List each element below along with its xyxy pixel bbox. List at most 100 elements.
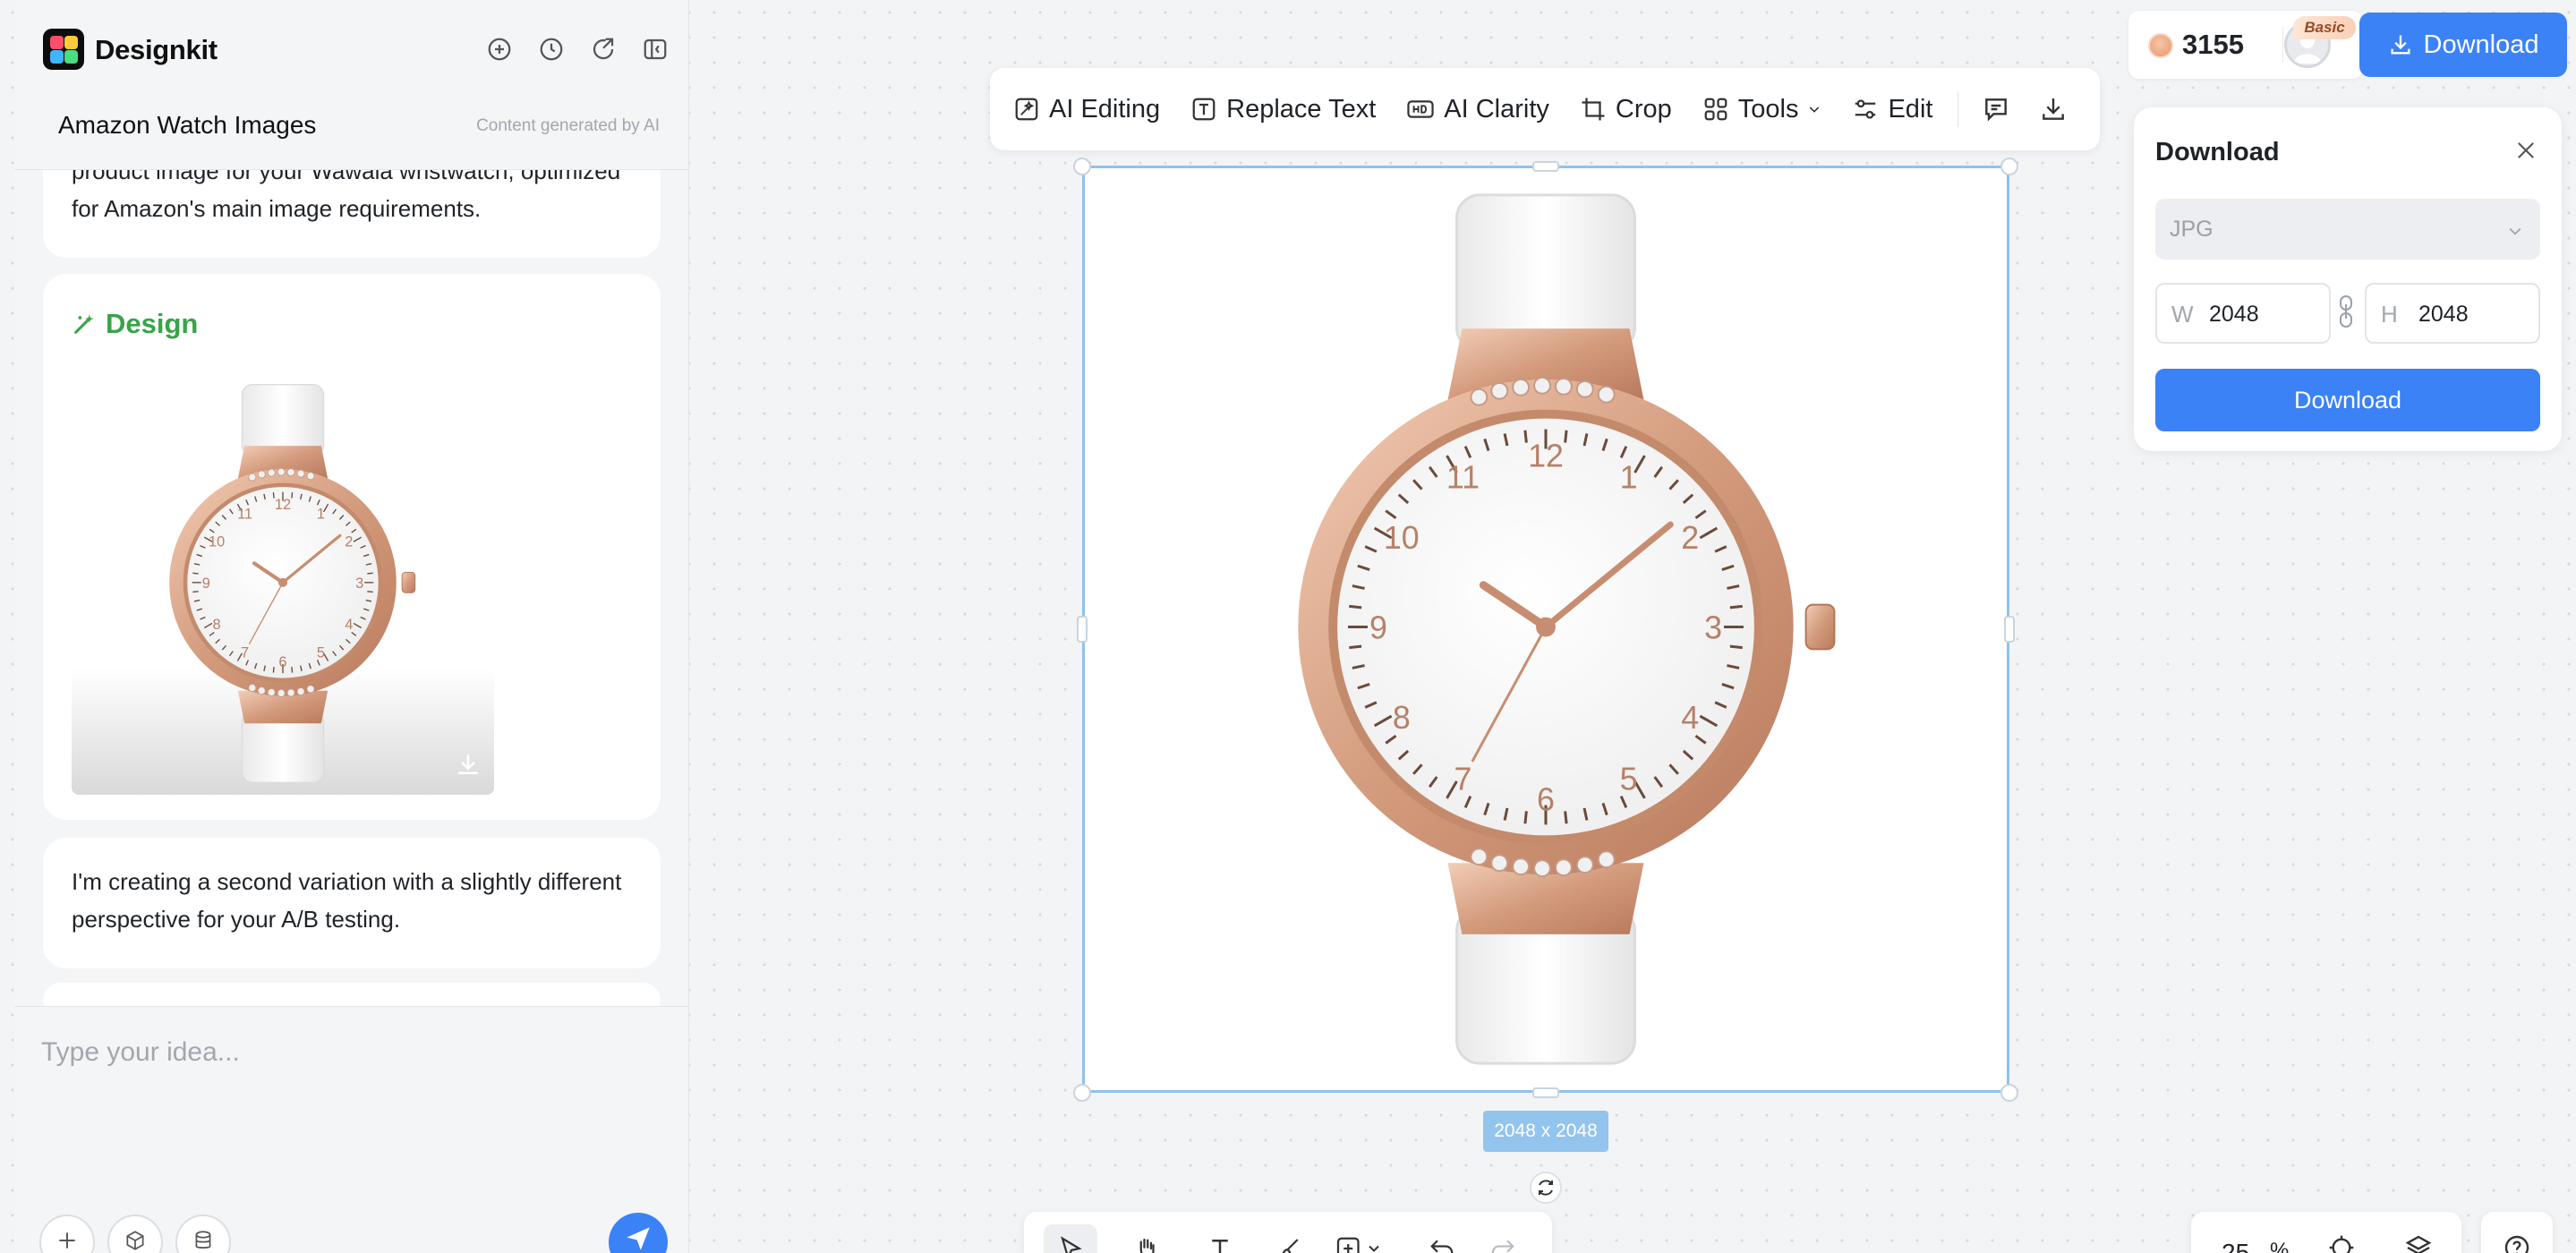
help-icon	[2503, 1233, 2531, 1253]
project-title[interactable]: Amazon Watch Images	[58, 111, 316, 140]
hand-tool-icon[interactable]	[1133, 1235, 1160, 1253]
width-field[interactable]: W 2048	[2155, 283, 2331, 344]
cube-icon	[126, 1231, 144, 1250]
redo-icon[interactable]	[1489, 1235, 1516, 1253]
coin-icon	[2148, 33, 2173, 58]
credit-balance: 3155	[2182, 29, 2244, 60]
knowledge-button[interactable]	[175, 1215, 231, 1253]
add-attachment-button[interactable]	[39, 1215, 95, 1253]
zoom-controls: 25 %	[2191, 1212, 2461, 1253]
replace-text-button[interactable]: Replace Text	[1190, 95, 1376, 124]
panel-header: Designkit Amazon Watch Images Content ge…	[14, 0, 688, 170]
format-select[interactable]: JPG	[2155, 199, 2540, 260]
width-value: 2048	[2209, 302, 2259, 327]
select-tool-icon[interactable]	[1058, 1235, 1085, 1253]
undo-icon[interactable]	[1429, 1235, 1455, 1253]
download-icon[interactable]	[2039, 95, 2068, 124]
ai-editing-button[interactable]: AI Editing	[1013, 95, 1160, 124]
send-button[interactable]	[609, 1213, 668, 1253]
design-card: Design	[43, 274, 661, 820]
hd-icon	[1407, 100, 1434, 118]
share-icon[interactable]	[588, 34, 618, 64]
download-panel-title: Download	[2155, 138, 2280, 166]
resize-handle-bottom-right[interactable]	[2000, 1084, 2018, 1102]
edit-button[interactable]: Edit	[1852, 95, 1932, 124]
download-icon[interactable]	[455, 752, 482, 779]
new-chat-icon[interactable]	[484, 34, 515, 64]
ai-clarity-label: AI Clarity	[1444, 94, 1549, 124]
canvas-image[interactable]	[1082, 166, 2009, 1093]
aspect-lock-icon[interactable]	[2336, 294, 2356, 329]
resize-handle-top[interactable]	[1532, 161, 1559, 172]
image-toolbar: AI Editing Replace Text AI Clarity Crop …	[990, 68, 2100, 150]
resize-handle-right[interactable]	[2004, 616, 2015, 643]
format-value: JPG	[2170, 217, 2213, 242]
tools-dropdown[interactable]: Tools	[1702, 95, 1822, 124]
height-label: H	[2381, 301, 2398, 328]
confirm-download-button[interactable]: Download	[2155, 369, 2540, 431]
help-button[interactable]	[2481, 1212, 2553, 1253]
brush-tool-icon[interactable]	[1276, 1235, 1303, 1253]
watch-thumbnail-image	[72, 372, 494, 795]
download-button-label: Download	[2423, 30, 2539, 59]
text-tool-icon[interactable]	[1207, 1235, 1233, 1253]
chevron-down-icon	[1810, 107, 1820, 113]
close-icon[interactable]	[2513, 138, 2538, 163]
canvas-tools-bar	[1024, 1212, 1552, 1253]
prompt-area	[14, 1006, 688, 1253]
height-field[interactable]: H 2048	[2365, 283, 2540, 344]
app-name: Designkit	[95, 34, 218, 65]
image-size-label: 2048 x 2048	[1483, 1111, 1608, 1152]
resize-handle-bottom[interactable]	[1532, 1087, 1559, 1098]
ai-generated-note: Content generated by AI	[476, 116, 660, 135]
width-label: W	[2171, 301, 2194, 328]
resize-handle-top-left[interactable]	[1073, 158, 1091, 175]
database-icon	[195, 1231, 211, 1249]
design-label: Design	[106, 308, 199, 339]
plus-icon	[59, 1232, 75, 1249]
design-heading: Design	[72, 308, 198, 340]
resize-handle-bottom-left[interactable]	[1073, 1084, 1091, 1102]
chat-panel: product image for your Wawala wristwatch…	[14, 0, 689, 1253]
magic-wand-icon	[72, 311, 97, 337]
app-logo	[43, 29, 84, 70]
watch-product-image	[1085, 168, 2007, 1090]
chevron-down-icon	[2506, 222, 2524, 240]
tools-label: Tools	[1737, 94, 1799, 124]
zoom-unit: %	[2270, 1239, 2290, 1253]
locate-icon[interactable]	[2327, 1233, 2356, 1253]
download-panel: Download JPG W 2048 H 2048 Download	[2134, 107, 2562, 451]
collapse-panel-icon[interactable]	[640, 34, 670, 64]
resize-handle-top-right[interactable]	[2000, 158, 2018, 175]
resize-handle-left[interactable]	[1077, 616, 1088, 643]
crop-icon	[1582, 98, 1605, 121]
zoom-level[interactable]: 25	[2222, 1239, 2249, 1253]
sliders-icon	[1855, 99, 1876, 119]
crop-label: Crop	[1615, 94, 1672, 124]
idea-input[interactable]	[41, 1030, 650, 1075]
download-icon	[2391, 35, 2410, 55]
replace-text-label: Replace Text	[1226, 94, 1377, 124]
edit-label: Edit	[1888, 94, 1933, 124]
add-shape-icon[interactable]	[1335, 1235, 1386, 1253]
ai-clarity-button[interactable]: AI Clarity	[1406, 95, 1549, 124]
send-icon	[627, 1227, 650, 1250]
plan-badge: Basic	[2293, 16, 2356, 39]
height-value: 2048	[2418, 302, 2469, 327]
text-box-icon	[1192, 98, 1215, 121]
download-button[interactable]: Download	[2359, 13, 2567, 77]
crop-button[interactable]: Crop	[1580, 95, 1672, 124]
comment-icon[interactable]	[1982, 95, 2010, 124]
ai-edit-icon	[1015, 98, 1038, 121]
message-card: I'm creating a second variation with a s…	[43, 838, 661, 968]
layers-icon[interactable]	[2404, 1233, 2433, 1253]
history-icon[interactable]	[536, 34, 567, 64]
design-thumbnail[interactable]	[72, 372, 494, 795]
grid-icon	[1704, 98, 1727, 121]
ai-editing-label: AI Editing	[1049, 94, 1161, 124]
model-button[interactable]	[107, 1215, 163, 1253]
message-text: I'm creating a second variation with a s…	[72, 868, 622, 933]
refresh-icon	[1539, 1180, 1553, 1196]
credits-divider	[2282, 27, 2283, 63]
rotate-button[interactable]	[1530, 1172, 1562, 1204]
